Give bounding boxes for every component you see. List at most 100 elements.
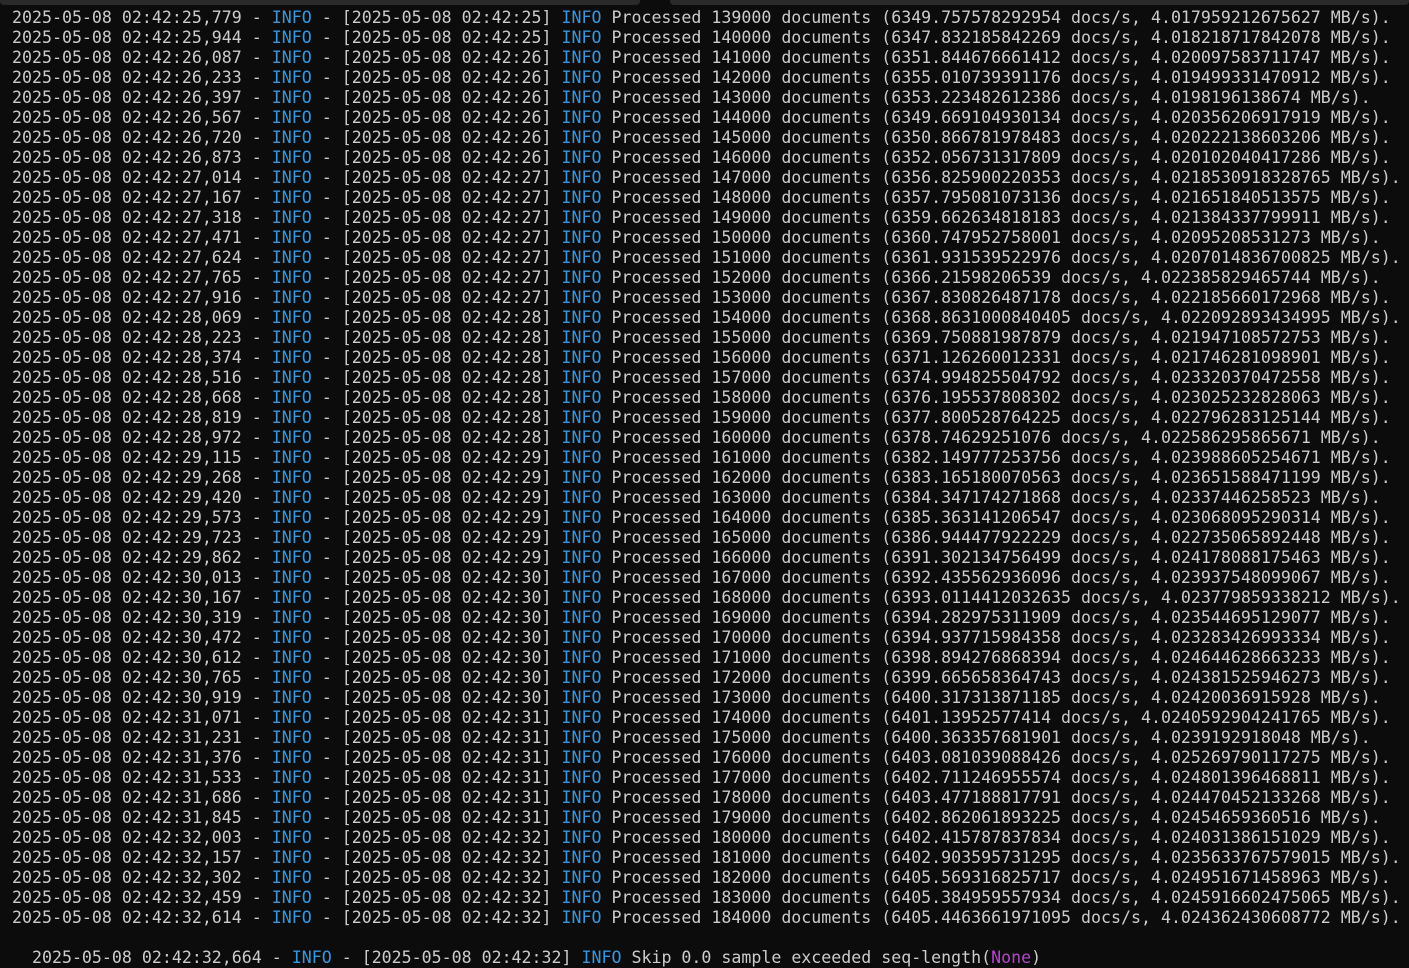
log-separator: - [311,568,342,587]
log-tag: INFO [561,208,602,227]
log-separator: - [241,588,272,607]
log-timestamp: 2025-05-08 02:42:31,231 [12,728,242,747]
log-line: 2025-05-08 02:42:26,873 - INFO - [2025-0… [12,148,1409,168]
log-separator: - [241,748,272,767]
log-tag: INFO [561,688,602,707]
log-timestamp: 2025-05-08 02:42:31,845 [12,808,242,827]
log-level: INFO [271,748,312,767]
log-timestamp: 2025-05-08 02:42:29,420 [12,488,242,507]
tab-strip-right [670,0,1409,5]
window-top-edge [0,0,1409,6]
log-timestamp: 2025-05-08 02:42:29,268 [12,468,242,487]
log-timestamp: 2025-05-08 02:42:27,318 [12,208,242,227]
log-bracket-time: [2025-05-08 02:42:30] [341,588,552,607]
log-bracket-time: [2025-05-08 02:42:30] [341,688,552,707]
log-level: INFO [271,148,312,167]
log-separator: - [241,88,272,107]
log-separator: - [241,328,272,347]
log-separator: - [311,288,342,307]
log-line: 2025-05-08 02:42:26,397 - INFO - [2025-0… [12,88,1409,108]
log-tag: INFO [561,88,602,107]
log-message: Processed 181000 documents (6402.9035957… [611,848,1401,867]
log-timestamp: 2025-05-08 02:42:27,624 [12,248,242,267]
log-separator: - [241,808,272,827]
log-tag: INFO [561,328,602,347]
log-level: INFO [271,788,312,807]
log-separator: - [311,248,342,267]
log-message: Processed 175000 documents (6400.3633576… [611,728,1371,747]
log-separator: - [311,68,342,87]
log-bracket-time: [2025-05-08 02:42:32] [341,868,552,887]
terminal-output[interactable]: 2025-05-08 02:42:25,779 - INFO - [2025-0… [12,8,1409,928]
log-separator: - [311,608,342,627]
log-timestamp: 2025-05-08 02:42:30,013 [12,568,242,587]
log-bracket-time: [2025-05-08 02:42:31] [341,808,552,827]
log-separator: - [241,208,272,227]
log-tag: INFO [561,8,602,27]
log-tag: INFO [561,388,602,407]
log-tag: INFO [561,468,602,487]
log-bracket-time: [2025-05-08 02:42:30] [341,568,552,587]
log-separator: - [311,688,342,707]
log-line: 2025-05-08 02:42:27,471 - INFO - [2025-0… [12,228,1409,248]
log-bracket-time: [2025-05-08 02:42:26] [341,68,552,87]
log-line: 2025-05-08 02:42:26,567 - INFO - [2025-0… [12,108,1409,128]
log-level: INFO [271,188,312,207]
log-message: Processed 158000 documents (6376.1955378… [611,388,1391,407]
log-timestamp: 2025-05-08 02:42:31,071 [12,708,242,727]
log-bracket-time: [2025-05-08 02:42:27] [341,228,552,247]
log-line: 2025-05-08 02:42:32,003 - INFO - [2025-0… [12,828,1409,848]
log-tag: INFO [561,228,602,247]
log-line: 2025-05-08 02:42:25,944 - INFO - [2025-0… [12,28,1409,48]
log-separator: - [241,788,272,807]
log-line: 2025-05-08 02:42:30,919 - INFO - [2025-0… [12,688,1409,708]
log-message: Processed 142000 documents (6355.0107393… [611,68,1391,87]
log-bracket-time: [2025-05-08 02:42:29] [341,508,552,527]
log-timestamp: 2025-05-08 02:42:26,567 [12,108,242,127]
log-bracket-time: [2025-05-08 02:42:26] [341,128,552,147]
log-level: INFO [271,88,312,107]
log-level: INFO [271,408,312,427]
log-separator: - [241,68,272,87]
log-level: INFO [271,708,312,727]
log-tag: INFO [561,748,602,767]
log-message: Processed 149000 documents (6359.6626348… [611,208,1391,227]
log-separator: - [241,888,272,907]
log-timestamp: 2025-05-08 02:42:28,069 [12,308,242,327]
log-line: 2025-05-08 02:42:27,916 - INFO - [2025-0… [12,288,1409,308]
log-bracket-time: [2025-05-08 02:42:29] [341,468,552,487]
log-timestamp: 2025-05-08 02:42:32,459 [12,888,242,907]
log-timestamp: 2025-05-08 02:42:26,720 [12,128,242,147]
log-tag: INFO [561,28,602,47]
log-line: 2025-05-08 02:42:32,459 - INFO - [2025-0… [12,888,1409,908]
log-bracket-time: [2025-05-08 02:42:25] [341,28,552,47]
log-message: Processed 184000 documents (6405.4463661… [611,908,1401,927]
log-message: Processed 153000 documents (6367.8308264… [611,288,1391,307]
log-message: Processed 157000 documents (6374.9948255… [611,368,1391,387]
log-tag: INFO [561,908,602,927]
log-tag: INFO [561,568,602,587]
log-level: INFO [271,388,312,407]
log-separator: - [241,668,272,687]
log-message: Processed 170000 documents (6394.9377159… [611,628,1391,647]
log-bracket-time: [2025-05-08 02:42:30] [341,668,552,687]
log-timestamp: 2025-05-08 02:42:26,233 [12,68,242,87]
log-separator: - [311,488,342,507]
log-message: Processed 165000 documents (6386.9444779… [611,528,1391,547]
log-message: Processed 182000 documents (6405.5693168… [611,868,1391,887]
log-line-skip: 2025-05-08 02:42:32,664 - INFO - [2025-0… [12,928,1041,967]
log-tag: INFO [561,788,602,807]
log-line: 2025-05-08 02:42:31,845 - INFO - [2025-0… [12,808,1409,828]
log-level: INFO [271,908,312,927]
log-timestamp: 2025-05-08 02:42:30,919 [12,688,242,707]
log-separator: - [241,608,272,627]
log-message: Processed 151000 documents (6361.9315395… [611,248,1401,267]
log-level: INFO [271,688,312,707]
log-separator: - [311,428,342,447]
log-timestamp: 2025-05-08 02:42:26,397 [12,88,242,107]
log-line: 2025-05-08 02:42:30,167 - INFO - [2025-0… [12,588,1409,608]
log-line: 2025-05-08 02:42:28,668 - INFO - [2025-0… [12,388,1409,408]
log-message: Processed 156000 documents (6371.1262600… [611,348,1391,367]
log-level: INFO [271,468,312,487]
log-line: 2025-05-08 02:42:26,720 - INFO - [2025-0… [12,128,1409,148]
